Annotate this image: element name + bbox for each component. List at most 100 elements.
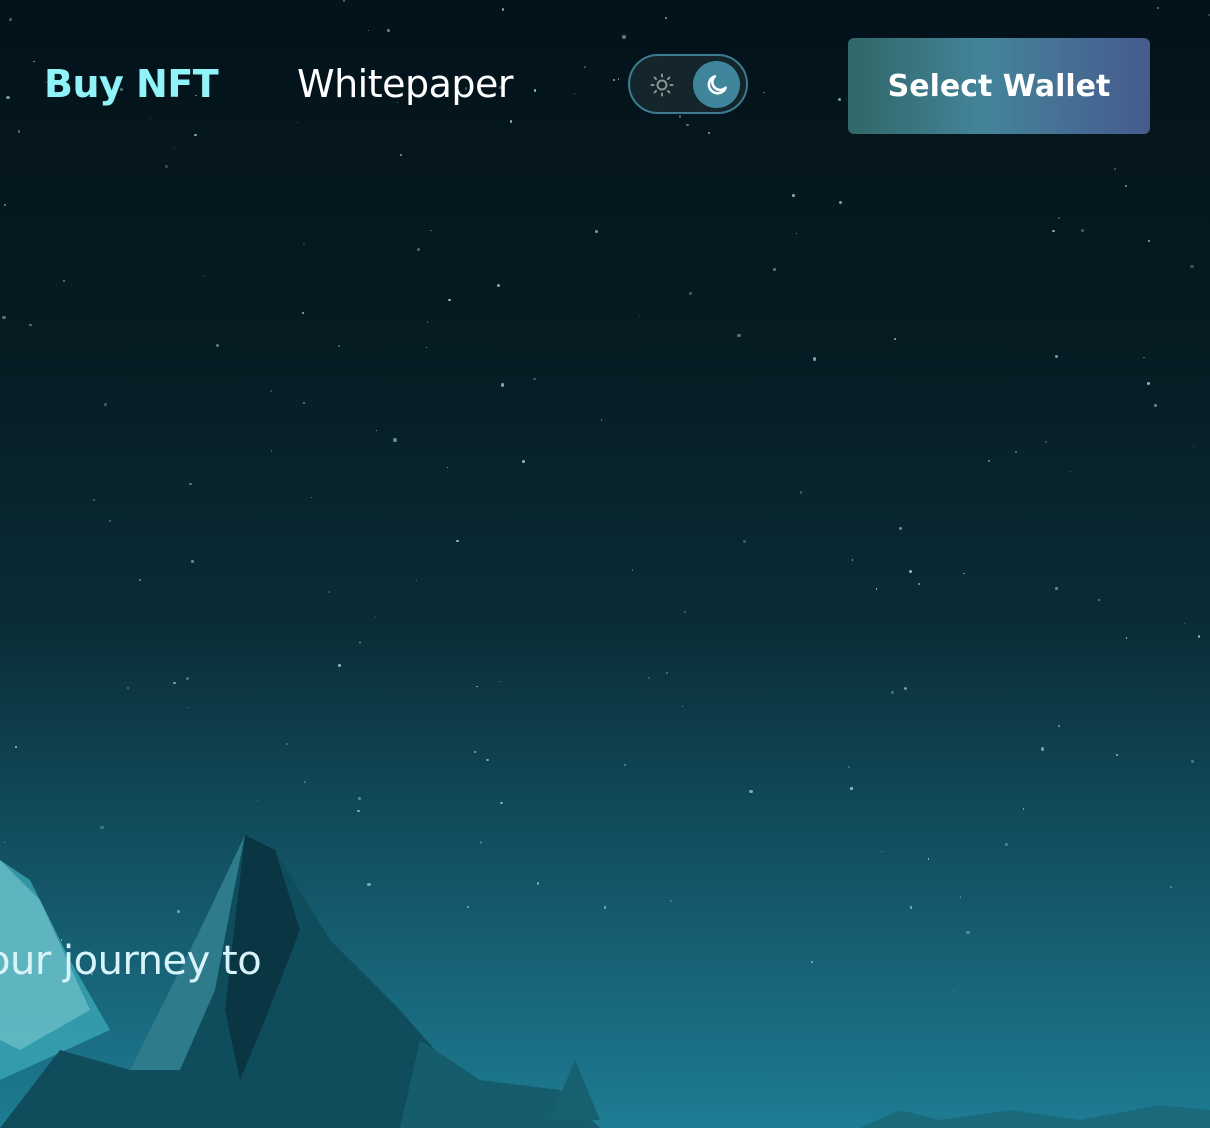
star (367, 29, 370, 31)
star (486, 758, 489, 762)
star (917, 582, 921, 586)
star (302, 311, 305, 314)
star (708, 131, 711, 134)
star (476, 685, 478, 688)
star (899, 527, 903, 531)
theme-toggle[interactable] (628, 54, 748, 114)
star (510, 120, 513, 123)
star (894, 337, 897, 340)
star (631, 569, 634, 571)
star (689, 291, 693, 296)
star (617, 78, 620, 81)
star (448, 298, 451, 302)
star (270, 390, 273, 393)
star (1057, 725, 1060, 728)
star (684, 610, 686, 613)
star (875, 588, 878, 590)
nav-buy-nft[interactable]: Buy NFT (44, 62, 219, 106)
star (1069, 470, 1072, 473)
star (838, 201, 842, 205)
star (189, 482, 192, 486)
star (15, 746, 17, 748)
star (29, 323, 32, 326)
star (456, 539, 459, 542)
star (303, 402, 306, 405)
star (1147, 240, 1150, 242)
star (256, 799, 259, 802)
star (426, 320, 429, 323)
star (139, 579, 142, 582)
star (296, 122, 298, 124)
star (393, 438, 397, 442)
star (62, 279, 66, 282)
star (573, 92, 576, 95)
star (1052, 229, 1055, 233)
star (837, 98, 841, 101)
star (2, 315, 6, 320)
star (92, 498, 96, 502)
star (584, 66, 586, 69)
star (126, 687, 129, 690)
sun-icon[interactable] (650, 73, 674, 97)
star (497, 284, 500, 287)
star (665, 671, 668, 674)
star (762, 91, 765, 94)
star (851, 558, 854, 561)
star (186, 707, 188, 709)
star (1055, 354, 1058, 358)
star (533, 89, 537, 92)
star (1041, 747, 1045, 751)
star (623, 763, 627, 766)
star (337, 345, 340, 348)
star (193, 133, 197, 137)
star (1081, 229, 1085, 233)
star (473, 750, 477, 754)
star (1197, 635, 1201, 638)
star (1191, 760, 1195, 764)
star (1143, 356, 1145, 359)
star (600, 419, 602, 421)
star (149, 117, 152, 120)
star (202, 275, 204, 277)
star (1154, 403, 1158, 407)
star (304, 781, 307, 784)
star (773, 267, 777, 271)
star (33, 60, 36, 63)
star (165, 164, 169, 168)
hero-text: our journey to (0, 938, 262, 984)
star (1014, 450, 1017, 453)
star (17, 129, 21, 133)
star (399, 153, 403, 156)
star (904, 686, 908, 690)
star (612, 78, 615, 81)
star (795, 232, 798, 235)
nav-whitepaper[interactable]: Whitepaper (297, 62, 514, 106)
star (743, 540, 747, 544)
theme-toggle-knob[interactable] (693, 61, 740, 108)
star (109, 519, 112, 522)
star (270, 450, 273, 452)
star (286, 743, 289, 745)
star (799, 491, 803, 494)
star (375, 430, 378, 432)
star (1183, 622, 1185, 624)
star (357, 809, 360, 813)
star (1125, 637, 1128, 639)
select-wallet-button[interactable]: Select Wallet (848, 38, 1150, 134)
star (737, 333, 741, 338)
star (848, 765, 851, 768)
star (416, 579, 418, 581)
star (1157, 7, 1159, 9)
star (446, 466, 448, 469)
star (416, 247, 421, 252)
star (430, 230, 432, 232)
star (988, 460, 991, 462)
star (548, 757, 550, 759)
star (1057, 216, 1061, 220)
star (682, 705, 684, 707)
moon-icon (707, 74, 727, 94)
star (173, 681, 176, 685)
star (638, 314, 640, 317)
star (1116, 753, 1119, 756)
star (891, 691, 894, 695)
